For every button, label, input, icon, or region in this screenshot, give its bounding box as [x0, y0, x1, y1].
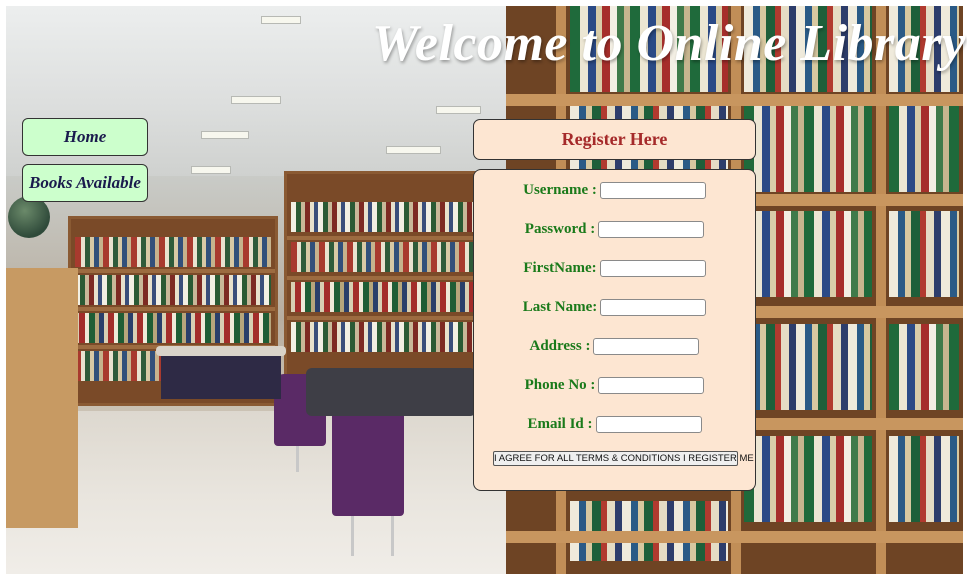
firstname-row: FirstName: [474, 257, 755, 279]
chair-leg [391, 516, 394, 556]
books [75, 313, 271, 343]
password-label: Password : [524, 220, 596, 237]
books-available-button[interactable]: Books Available [22, 164, 148, 202]
username-label: Username : [523, 181, 597, 198]
lastname-label: Last Name: [522, 298, 598, 315]
shelf-board [506, 531, 963, 543]
shelf-board [287, 316, 503, 320]
wooden-cabinet [6, 268, 78, 528]
phone-row: Phone No : [474, 374, 755, 396]
shelf-board [71, 269, 275, 273]
sofa [306, 368, 476, 416]
register-submit-button[interactable]: I AGREE FOR ALL TERMS & CONDITIONS I REG… [493, 451, 754, 466]
books [291, 202, 499, 232]
registration-form: Username : Password : FirstName: Last Na… [473, 169, 756, 491]
chair-leg [351, 516, 354, 556]
email-input[interactable] [595, 415, 702, 433]
register-header: Register Here [473, 119, 756, 160]
password-input[interactable] [598, 220, 705, 238]
books [291, 242, 499, 272]
chairs-group [161, 354, 281, 399]
address-row: Address : [474, 335, 755, 357]
ceiling-light [231, 96, 281, 104]
chair-leg [296, 446, 299, 472]
books [75, 237, 271, 267]
firstname-input[interactable] [599, 259, 706, 277]
shelf-board [506, 94, 963, 106]
books [889, 211, 959, 297]
lastname-row: Last Name: [474, 296, 755, 318]
globe [8, 196, 50, 238]
chair [332, 406, 404, 516]
books [75, 275, 271, 305]
ceiling-light [191, 166, 231, 174]
shelf-divider [876, 6, 886, 574]
page-title: Welcome to Online Library [372, 15, 966, 72]
books [889, 324, 959, 410]
ceiling-light [386, 146, 441, 154]
ceiling-light [201, 131, 249, 139]
address-label: Address : [529, 337, 591, 354]
ceiling-light [261, 16, 301, 24]
password-row: Password : [474, 218, 755, 240]
phone-input[interactable] [598, 376, 705, 394]
books [744, 106, 872, 192]
firstname-label: FirstName: [523, 259, 597, 276]
shelf-board [71, 307, 275, 311]
home-button[interactable]: Home [22, 118, 148, 156]
ceiling-light [436, 106, 481, 114]
books [889, 106, 959, 192]
table [156, 346, 286, 356]
books [291, 322, 499, 352]
books [744, 436, 872, 522]
books [889, 436, 959, 522]
email-label: Email Id : [527, 415, 593, 432]
books [744, 324, 872, 410]
books [291, 282, 499, 312]
email-row: Email Id : [474, 413, 755, 435]
address-input[interactable] [593, 337, 700, 355]
books [744, 211, 872, 297]
username-row: Username : [474, 179, 755, 201]
floor [6, 411, 506, 574]
shelf-board [287, 276, 503, 280]
shelf-board [287, 236, 503, 240]
phone-label: Phone No : [524, 376, 596, 393]
username-input[interactable] [599, 181, 706, 199]
lastname-input[interactable] [600, 298, 707, 316]
